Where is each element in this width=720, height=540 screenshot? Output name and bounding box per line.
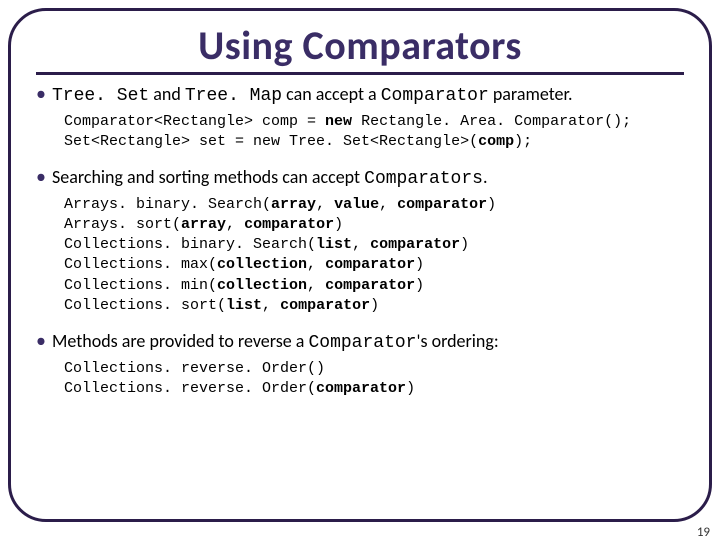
bullet-1-text: Tree. Set and Tree. Map can accept a Com… [52,83,684,108]
mono-text: Tree. Map [185,86,282,106]
code-bold: comparator [244,216,334,233]
code-text: Set<Rectangle> set = new Tree. Set<Recta… [64,133,478,150]
plain-text: 's ordering: [417,330,499,352]
code-bold: comparator [325,277,415,294]
mono-text: Comparator [381,86,489,106]
mono-text: Comparators [364,169,483,189]
code-text: Collections. reverse. Order() [64,360,325,377]
code-bold: comparator [397,196,487,213]
bullet-3: • Methods are provided to reverse a Comp… [36,330,684,355]
code-bold: collection [217,277,307,294]
title-divider [36,72,684,75]
slide-title: Using Comparators [36,21,684,70]
code-text: Collections. reverse. Order( [64,380,316,397]
code-bold: list [316,236,352,253]
plain-text: Methods are provided to reverse a [52,330,309,352]
plain-text: parameter. [489,83,573,105]
bullet-3-text: Methods are provided to reverse a Compar… [52,330,684,355]
code-bold: new [325,113,352,130]
code-text: ) [415,277,424,294]
code-bold: list [226,297,262,314]
plain-text: and [149,83,185,105]
bullet-icon: • [36,166,46,188]
code-text: Arrays. binary. Search( [64,196,271,213]
code-bold: value [334,196,379,213]
code-bold: comparator [325,256,415,273]
plain-text: . [483,166,488,188]
page-number: 19 [697,525,710,540]
code-block-2: Arrays. binary. Search(array, value, com… [64,195,684,317]
code-text: , [262,297,280,314]
code-text: , [307,277,325,294]
code-bold: array [271,196,316,213]
code-block-1: Comparator<Rectangle> comp = new Rectang… [64,112,684,153]
code-bold: comparator [370,236,460,253]
code-text: Collections. sort( [64,297,226,314]
code-text: ) [370,297,379,314]
plain-text: Searching and sorting methods can accept [52,166,364,188]
slide-body: • Tree. Set and Tree. Map can accept a C… [36,83,684,399]
code-text: ) [334,216,343,233]
code-block-3: Collections. reverse. Order() Collection… [64,359,684,400]
code-text: , [352,236,370,253]
code-bold: comp [478,133,514,150]
code-bold: comparator [280,297,370,314]
code-bold: collection [217,256,307,273]
bullet-icon: • [36,83,46,105]
bullet-2-text: Searching and sorting methods can accept… [52,166,684,191]
bullet-1: • Tree. Set and Tree. Map can accept a C… [36,83,684,108]
mono-text: Tree. Set [52,86,149,106]
code-text: Arrays. sort( [64,216,181,233]
code-text: ) [406,380,415,397]
code-text: Comparator<Rectangle> comp = [64,113,325,130]
code-text: Collections. max( [64,256,217,273]
code-text: , [307,256,325,273]
code-text: , [316,196,334,213]
code-text: , [226,216,244,233]
code-text: Rectangle. Area. Comparator(); [352,113,631,130]
mono-text: Comparator [308,333,416,353]
slide-frame: Using Comparators • Tree. Set and Tree. … [8,8,712,522]
code-text: ) [460,236,469,253]
code-bold: comparator [316,380,406,397]
code-bold: array [181,216,226,233]
code-text: Collections. binary. Search( [64,236,316,253]
bullet-2: • Searching and sorting methods can acce… [36,166,684,191]
plain-text: can accept a [282,83,381,105]
code-text: ) [415,256,424,273]
slide: Using Comparators • Tree. Set and Tree. … [0,0,720,540]
code-text: Collections. min( [64,277,217,294]
code-text: ) [487,196,496,213]
bullet-icon: • [36,330,46,352]
code-text: , [379,196,397,213]
code-text: ); [514,133,532,150]
